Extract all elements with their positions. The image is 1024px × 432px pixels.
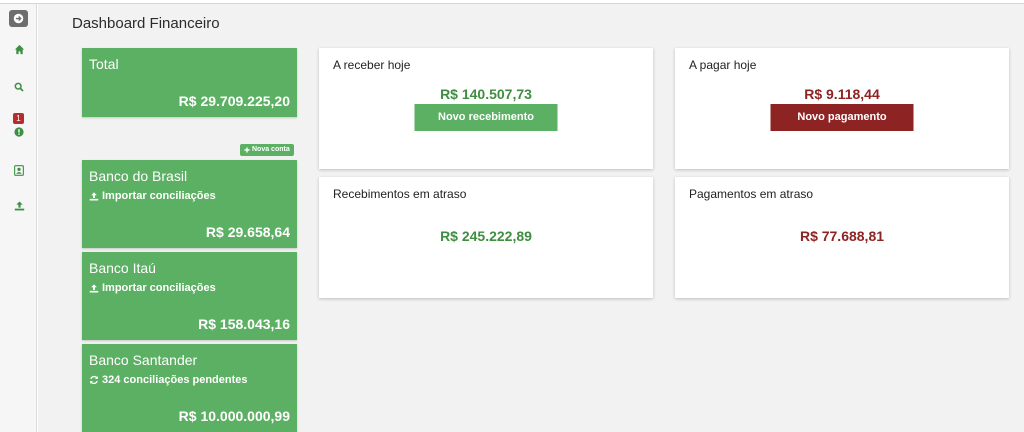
total-amount: R$ 29.709.225,20 xyxy=(178,93,290,109)
pending-reconciliations-link[interactable]: 324 conciliações pendentes xyxy=(89,374,248,386)
notification-badge: 1 xyxy=(13,113,24,124)
card-title: A receber hoje xyxy=(333,58,411,72)
account-card-banco-itau[interactable]: Banco Itaú Importar conciliações R$ 158.… xyxy=(82,252,297,340)
account-card-banco-santander[interactable]: Banco Santander 324 conciliações pendent… xyxy=(82,344,297,432)
upload-icon xyxy=(89,191,99,201)
sidebar-item-alerts[interactable] xyxy=(12,125,26,139)
receive-today-amount: R$ 140.507,73 xyxy=(440,86,532,102)
account-name: Banco Itaú xyxy=(89,260,156,276)
sidebar: 1 xyxy=(0,4,37,432)
plus-icon xyxy=(244,147,250,153)
account-amount: R$ 10.000.000,99 xyxy=(178,408,290,424)
overdue-payments-card: Pagamentos em atraso R$ 77.688,81 xyxy=(675,177,1009,298)
sidebar-item-upload[interactable] xyxy=(12,199,26,213)
overdue-receipts-card: Recebimentos em atraso R$ 245.222,89 xyxy=(319,177,653,298)
import-reconciliations-link[interactable]: Importar conciliações xyxy=(89,190,216,202)
pay-today-card: A pagar hoje R$ 9.118,44 Novo pagamento xyxy=(675,48,1009,169)
card-title: Pagamentos em atraso xyxy=(689,187,814,201)
pending-reconciliations-label: 324 conciliações pendentes xyxy=(102,374,248,386)
upload-icon xyxy=(89,283,99,293)
alert-circle-icon xyxy=(14,127,24,137)
account-amount: R$ 29.658,64 xyxy=(205,224,290,240)
pay-today-amount: R$ 9.118,44 xyxy=(804,86,880,102)
card-title: Recebimentos em atraso xyxy=(333,187,467,201)
sidebar-toggle-button[interactable] xyxy=(9,10,28,27)
contact-card-icon xyxy=(14,164,24,176)
card-title: A pagar hoje xyxy=(689,58,757,72)
upload-icon xyxy=(14,201,24,211)
new-receipt-button[interactable]: Novo recebimento xyxy=(414,104,558,131)
account-amount: R$ 158.043,16 xyxy=(198,316,290,332)
main-content: Dashboard Financeiro Total R$ 29.709.225… xyxy=(38,4,1024,432)
import-reconciliations-label: Importar conciliações xyxy=(102,282,216,294)
total-label: Total xyxy=(89,56,119,72)
new-account-label: Nova conta xyxy=(252,146,290,153)
arrow-right-circle-icon xyxy=(13,13,24,24)
account-name: Banco do Brasil xyxy=(89,168,188,184)
account-card-banco-do-brasil[interactable]: Banco do Brasil Importar conciliações R$… xyxy=(82,160,297,248)
search-icon xyxy=(14,82,24,92)
refresh-icon xyxy=(90,375,98,385)
overdue-receipts-amount: R$ 245.222,89 xyxy=(440,228,532,244)
new-payment-button[interactable]: Novo pagamento xyxy=(770,104,914,131)
page-title: Dashboard Financeiro xyxy=(72,15,220,32)
sidebar-item-contacts[interactable] xyxy=(12,163,26,177)
overdue-payments-amount: R$ 77.688,81 xyxy=(799,228,885,244)
receive-today-card: A receber hoje R$ 140.507,73 Novo recebi… xyxy=(319,48,653,169)
new-account-button[interactable]: Nova conta xyxy=(240,144,294,156)
home-icon xyxy=(14,44,24,54)
import-reconciliations-label: Importar conciliações xyxy=(102,190,216,202)
sidebar-item-home[interactable] xyxy=(12,42,26,56)
import-reconciliations-link[interactable]: Importar conciliações xyxy=(89,282,216,294)
sidebar-item-search[interactable] xyxy=(12,80,26,94)
account-name: Banco Santander xyxy=(89,352,198,368)
total-card: Total R$ 29.709.225,20 xyxy=(82,48,297,117)
